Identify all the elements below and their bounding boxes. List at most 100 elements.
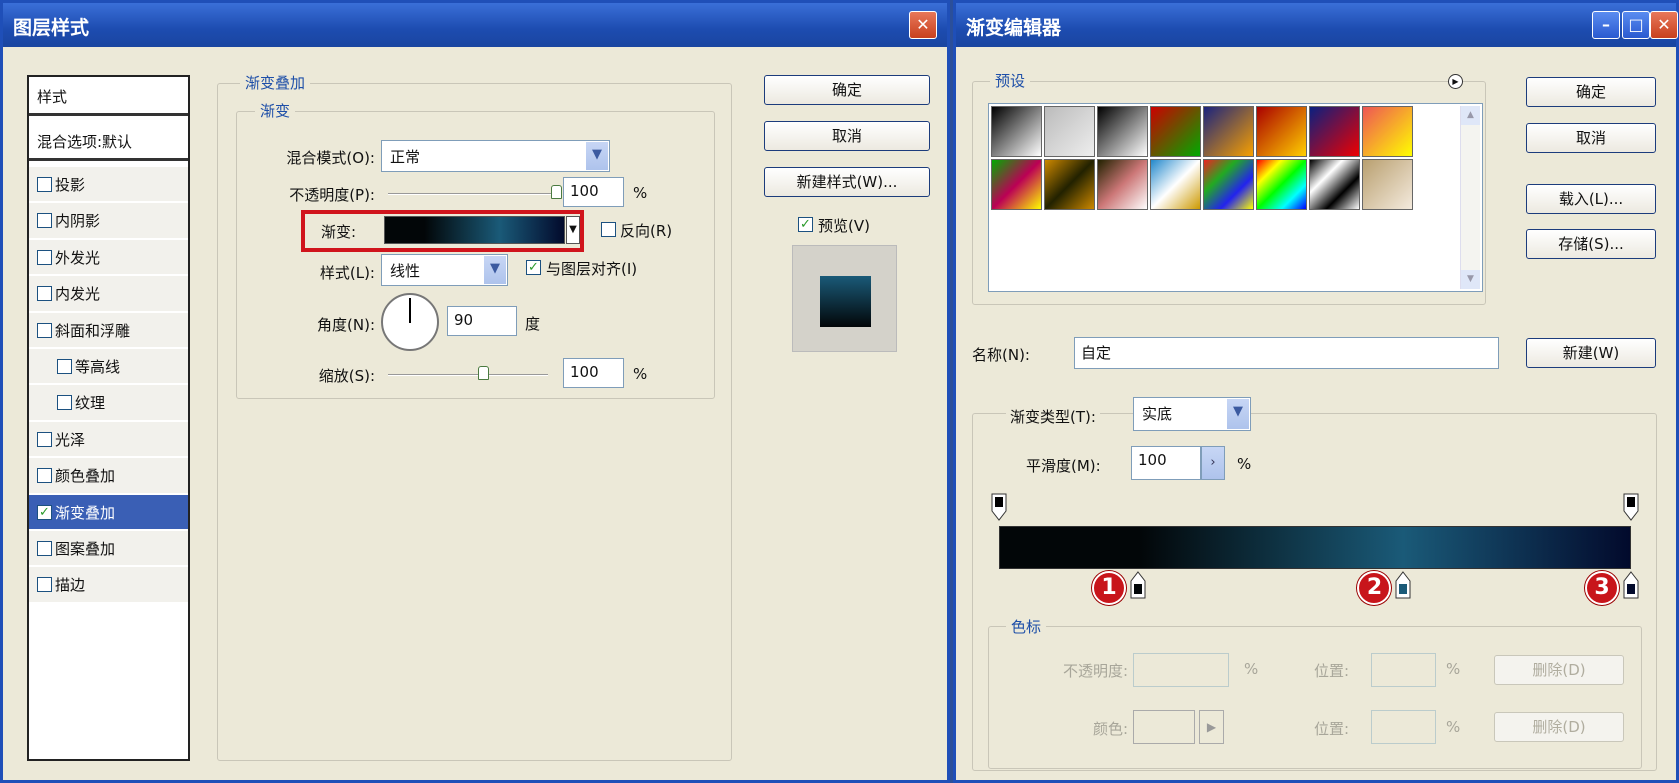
preset-swatch[interactable]	[1097, 159, 1148, 210]
style-checkbox[interactable]	[37, 541, 52, 556]
delete-color-stop-button[interactable]: 删除(D)	[1494, 712, 1624, 742]
opacity-slider[interactable]	[388, 185, 562, 199]
stop-color-menu-arrow[interactable]: ▶	[1199, 710, 1224, 744]
new-button[interactable]: 新建(W)	[1526, 338, 1656, 368]
save-button[interactable]: 存储(S)...	[1526, 229, 1656, 259]
preset-swatch[interactable]	[991, 106, 1042, 157]
preview-box	[792, 245, 897, 352]
close-button[interactable]: ✕	[909, 11, 937, 39]
style-item[interactable]: 斜面和浮雕	[29, 312, 188, 348]
preset-swatch[interactable]	[1309, 106, 1360, 157]
preset-swatch[interactable]	[1203, 159, 1254, 210]
opacity-location-input[interactable]	[1371, 653, 1436, 687]
preset-swatch[interactable]	[1362, 159, 1413, 210]
style-item[interactable]: 等高线	[29, 349, 188, 385]
preset-swatch[interactable]	[1150, 159, 1201, 210]
new-style-button[interactable]: 新建样式(W)...	[764, 167, 930, 197]
gradient-picker[interactable]	[384, 216, 565, 244]
style-checkbox[interactable]	[37, 286, 52, 302]
style-item[interactable]: 颜色叠加	[29, 458, 188, 494]
opacity-stop[interactable]	[1623, 493, 1639, 521]
style-checkbox[interactable]	[57, 359, 72, 374]
gradient-dropdown-arrow[interactable]: ▼	[566, 216, 580, 244]
scale-label: 缩放(S):	[318, 367, 375, 385]
preset-swatch[interactable]	[1203, 106, 1254, 157]
stop-opacity-label: 不透明度:	[1062, 662, 1128, 680]
angle-input[interactable]: 90	[447, 306, 517, 336]
style-checkbox[interactable]	[37, 213, 52, 229]
scroll-up-icon[interactable]: ▲	[1461, 106, 1480, 125]
stop-number-marker: 1	[1092, 571, 1127, 605]
style-checkbox[interactable]	[37, 577, 52, 593]
align-with-layer-checkbox[interactable]: ✓	[526, 260, 541, 275]
ok-button[interactable]: 确定	[764, 75, 930, 105]
preset-swatch[interactable]	[1309, 159, 1360, 210]
preset-swatch[interactable]	[1256, 106, 1307, 157]
color-stop[interactable]	[1130, 571, 1146, 599]
opacity-input[interactable]: 100	[563, 177, 624, 207]
presets-scrollbar[interactable]: ▲ ▼	[1460, 106, 1480, 289]
style-item[interactable]: 混合选项:默认	[29, 122, 188, 161]
name-input[interactable]: 自定	[1074, 337, 1499, 369]
stops-group	[988, 626, 1642, 769]
color-stop[interactable]	[1623, 571, 1639, 599]
style-item[interactable]: 光泽	[29, 421, 188, 458]
style-item-label: 投影	[55, 176, 86, 194]
cancel-button[interactable]: 取消	[764, 121, 930, 151]
style-item[interactable]: 投影	[29, 167, 188, 203]
preset-swatch[interactable]	[1044, 159, 1095, 210]
style-checkbox[interactable]	[57, 395, 72, 411]
ok-button[interactable]: 确定	[1526, 77, 1656, 107]
preset-swatch[interactable]	[1362, 106, 1413, 157]
slider-thumb[interactable]	[478, 366, 489, 380]
style-item[interactable]: 纹理	[29, 385, 188, 421]
preview-checkbox[interactable]: ✓	[798, 217, 813, 232]
angle-label: 角度(N):	[317, 316, 375, 334]
opacity-stop[interactable]	[991, 493, 1007, 521]
gradient-type-select[interactable]: 实底 ▼	[1133, 397, 1251, 431]
style-checkbox[interactable]	[37, 468, 52, 484]
maximize-button[interactable]: □	[1622, 11, 1650, 39]
slider-thumb[interactable]	[550, 185, 562, 199]
preset-swatch[interactable]	[1097, 106, 1148, 157]
scale-slider[interactable]	[388, 366, 548, 380]
delete-opacity-stop-button[interactable]: 删除(D)	[1494, 655, 1624, 685]
minimize-button[interactable]: –	[1592, 11, 1620, 39]
load-button[interactable]: 载入(L)...	[1526, 184, 1656, 214]
style-item[interactable]: ✓ 渐变叠加	[29, 494, 188, 530]
style-checkbox[interactable]: ✓	[37, 504, 52, 520]
style-checkbox[interactable]	[37, 322, 52, 338]
presets-menu-icon[interactable]: ▶	[1448, 74, 1463, 89]
stop-color-swatch[interactable]	[1133, 710, 1195, 744]
style-item[interactable]: 图案叠加	[29, 531, 188, 567]
preset-swatch[interactable]	[991, 159, 1042, 210]
style-select[interactable]: 线性 ▼	[381, 254, 508, 286]
style-item[interactable]: 描边	[29, 567, 188, 603]
cancel-button[interactable]: 取消	[1526, 123, 1656, 153]
style-item[interactable]: 内发光	[29, 276, 188, 312]
gradient-bar[interactable]	[999, 526, 1631, 569]
blend-mode-select[interactable]: 正常 ▼	[381, 140, 610, 172]
smoothness-input[interactable]: 100	[1131, 446, 1201, 480]
reverse-checkbox[interactable]	[601, 222, 616, 237]
style-checkbox[interactable]	[37, 431, 52, 447]
style-item[interactable]: 样式	[29, 77, 188, 116]
style-checkbox[interactable]	[37, 249, 52, 265]
close-button[interactable]: ✕	[1650, 11, 1678, 39]
preset-swatch[interactable]	[1044, 106, 1095, 157]
style-checkbox[interactable]	[37, 177, 52, 192]
smoothness-arrow-button[interactable]: ›	[1201, 446, 1225, 480]
angle-dial[interactable]	[381, 293, 439, 351]
opacity-location-label: 位置:	[1314, 662, 1350, 680]
style-item[interactable]: 外发光	[29, 239, 188, 276]
preset-swatch[interactable]	[1256, 159, 1307, 210]
style-item[interactable]: 内阴影	[29, 203, 188, 239]
color-stop[interactable]	[1395, 571, 1411, 599]
color-location-input[interactable]	[1371, 710, 1436, 744]
name-label: 名称(N):	[972, 346, 1030, 364]
scale-input[interactable]: 100	[563, 358, 624, 388]
preset-swatch[interactable]	[1150, 106, 1201, 157]
stop-opacity-input[interactable]	[1133, 653, 1229, 687]
chevron-down-icon: ▼	[484, 256, 506, 284]
scroll-down-icon[interactable]: ▼	[1461, 270, 1480, 289]
